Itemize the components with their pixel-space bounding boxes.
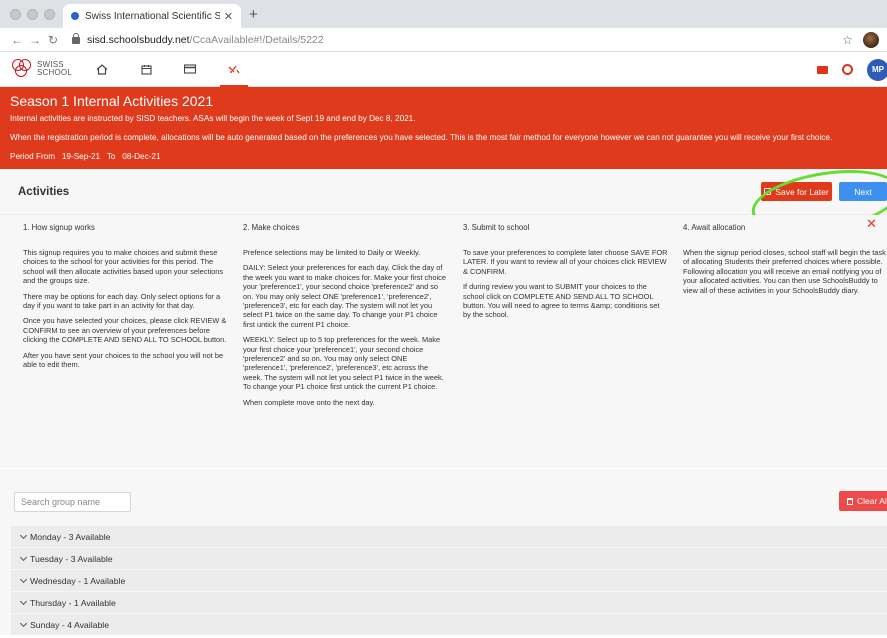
signup-steps: ✕ 1. How signup works This signup requir… (0, 215, 887, 468)
day-item-thursday[interactable]: Thursday - 1 Available (11, 592, 887, 613)
save-for-later-button[interactable]: Save for Later (761, 182, 832, 201)
chevron-down-icon (19, 553, 28, 561)
help-lifebuoy-icon[interactable] (842, 64, 853, 75)
step-make-choices: 2. Make choices Prefence selections may … (243, 215, 448, 413)
activities-bar: Activities Save for Later Next (0, 160, 887, 242)
chevron-down-icon (19, 531, 28, 539)
back-icon[interactable]: ← (8, 33, 26, 47)
user-avatar[interactable]: MP (867, 58, 887, 81)
mail-icon[interactable] (817, 65, 828, 74)
nav-home[interactable] (80, 52, 124, 87)
step-paragraph: Prefence selections may be limited to Da… (243, 248, 421, 257)
day-item-sunday[interactable]: Sunday - 4 Available (11, 614, 887, 635)
url-host: sisd.schoolsbuddy.net (87, 33, 190, 46)
step-paragraph: To save your preferences to complete lat… (463, 248, 668, 276)
step-paragraph: There may be options for each day. Only … (23, 291, 221, 311)
search-row: Clear All (0, 468, 887, 526)
bookmark-star-icon[interactable]: ☆ (842, 33, 853, 47)
clear-all-label: Clear All (857, 496, 887, 506)
close-window-button[interactable] (10, 9, 21, 20)
header-right-tools: MP (817, 52, 887, 87)
profile-avatar[interactable] (863, 31, 879, 48)
nav-activities[interactable] (212, 52, 256, 87)
logo-rings-icon (12, 59, 34, 79)
url-path: /CcaAvailable#!/Details/5222 (189, 33, 324, 46)
day-item-tuesday[interactable]: Tuesday - 3 Available (11, 548, 887, 569)
close-tab-icon[interactable]: ✕ (224, 10, 233, 23)
calendar-icon (140, 64, 152, 75)
step-paragraph: WEEKLY: Select up to 5 top preferences f… (243, 335, 444, 392)
home-icon (96, 63, 108, 75)
season-title: Season 1 Internal Activities 2021 (10, 93, 214, 109)
trash-icon (847, 497, 853, 505)
step-submit-to-school: 3. Submit to school To save your prefere… (463, 215, 668, 326)
window-controls[interactable] (10, 9, 55, 20)
maximize-window-button[interactable] (44, 9, 55, 20)
school-logo[interactable]: SWISS SCHOOL (12, 59, 80, 79)
browser-tab-bar: Swiss International Scientific S ✕ + (0, 0, 887, 28)
banner-line1: Internal activities are instructed by SI… (10, 114, 416, 123)
step-paragraph: When complete move onto the next day. (243, 397, 375, 407)
day-label: Tuesday - 3 Available (30, 553, 113, 564)
clear-all-button[interactable]: Clear All (839, 491, 887, 511)
day-item-wednesday[interactable]: Wednesday - 1 Available (11, 570, 887, 591)
step-paragraph: If during review you want to SUBMIT your… (463, 282, 660, 320)
day-accordion: Monday - 3 Available Tuesday - 3 Availab… (0, 526, 887, 635)
step-paragraph: This signup requires you to make choices… (23, 248, 224, 286)
period-to-date: 08-Dec-21 (122, 152, 161, 161)
step-title: 1. How signup works (23, 223, 95, 232)
logo-text-line2: SCHOOL (37, 68, 72, 77)
day-label: Wednesday - 1 Available (30, 575, 126, 586)
step-await-allocation: 4. Await allocation When the signup peri… (683, 215, 887, 301)
step-title: 3. Submit to school (463, 223, 530, 232)
save-icon (764, 188, 772, 195)
browser-tab[interactable]: Swiss International Scientific S ✕ (63, 4, 241, 28)
banner-line2: When the registration period is complete… (10, 133, 833, 142)
activities-icon (228, 65, 240, 73)
step-paragraph: Once you have selected your choices, ple… (23, 316, 227, 345)
favicon-icon (71, 12, 79, 20)
step-paragraph: After you have sent your choices to the … (23, 350, 224, 370)
period-to-label: To (106, 152, 116, 161)
step-paragraph: When the signup period closes, school st… (683, 248, 886, 295)
day-label: Sunday - 4 Available (30, 619, 110, 630)
minimize-window-button[interactable] (27, 9, 38, 20)
step-how-signup-works: 1. How signup works This signup requires… (23, 215, 228, 375)
lock-icon (72, 33, 80, 44)
url-field[interactable]: sisd.schoolsbuddy.net/CcaAvailable#!/Det… (62, 30, 842, 50)
period-from-label: Period From (10, 152, 56, 161)
chevron-down-icon (19, 619, 28, 627)
app-header: SWISS SCHOOL MP (0, 52, 887, 87)
chevron-down-icon (19, 575, 28, 583)
card-icon (184, 64, 196, 74)
period-from-date: 19-Sep-21 (61, 152, 101, 161)
day-label: Thursday - 1 Available (30, 597, 116, 608)
chevron-down-icon (19, 597, 28, 605)
tab-title: Swiss International Scientific S (85, 10, 220, 22)
step-paragraph: DAILY: Select your preferences for each … (243, 263, 446, 329)
period-range: Period From 19-Sep-21 To 08-Dec-21 (10, 152, 877, 162)
save-for-later-label: Save for Later (775, 186, 829, 197)
next-button[interactable]: Next (839, 182, 887, 201)
step-title: 2. Make choices (243, 223, 300, 232)
new-tab-icon[interactable]: + (249, 6, 258, 23)
nav-payments[interactable] (168, 52, 212, 87)
address-bar-row: ← → ↻ sisd.schoolsbuddy.net/CcaAvailable… (0, 28, 887, 52)
day-item-monday[interactable]: Monday - 3 Available (11, 526, 887, 547)
step-title: 4. Await allocation (683, 223, 746, 232)
activities-title: Activities (18, 185, 70, 198)
forward-icon[interactable]: → (26, 33, 44, 47)
reload-icon[interactable]: ↻ (44, 33, 62, 47)
search-group-input[interactable] (14, 492, 131, 512)
season-banner: Season 1 Internal Activities 2021 Intern… (0, 87, 887, 169)
day-label: Monday - 3 Available (30, 531, 111, 542)
nav-calendar[interactable] (124, 52, 168, 87)
